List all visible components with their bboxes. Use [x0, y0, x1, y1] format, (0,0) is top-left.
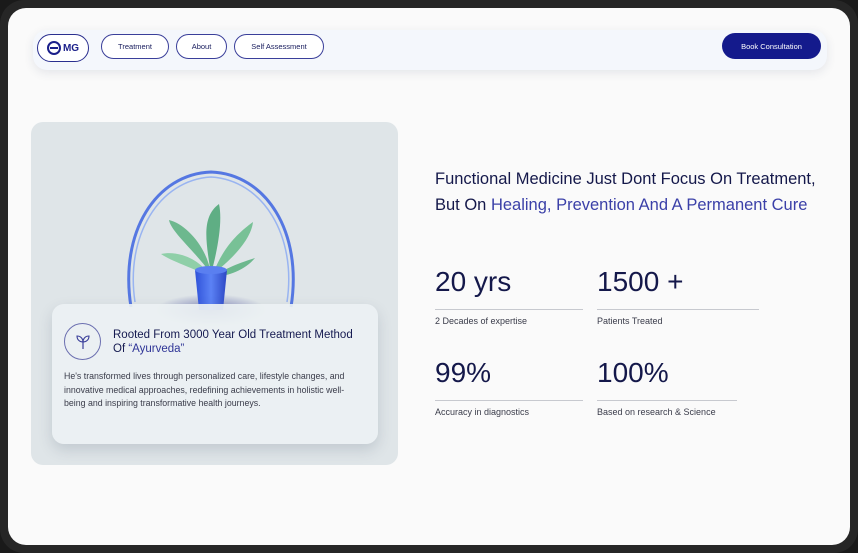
book-consultation-button[interactable]: Book Consultation: [722, 33, 821, 59]
stat-label: Patients Treated: [597, 316, 663, 326]
stat-label: Accuracy in diagnostics: [435, 407, 530, 417]
stat-value: 20 yrs: [435, 266, 512, 297]
logo-text: MG: [62, 42, 80, 54]
hero-card: Rooted From 3000 Year Old Treatment Meth…: [31, 122, 398, 465]
screen: MG Treatment About Self Assessment Book …: [8, 8, 850, 545]
nav-treatment[interactable]: Treatment: [101, 34, 169, 59]
ayurveda-info-card: Rooted From 3000 Year Old Treatment Meth…: [52, 304, 378, 444]
nav-about[interactable]: About: [176, 34, 227, 59]
stat-accuracy: 99% Accuracy in diagnostics: [435, 358, 583, 417]
divider: [435, 309, 583, 310]
mg-logo-icon: [46, 41, 61, 55]
stat-value: 1500 +: [597, 266, 684, 297]
logo[interactable]: MG: [37, 34, 89, 62]
sprout-icon: [64, 323, 101, 360]
headline-accent: Healing, Prevention And A Permanent Cure: [490, 196, 808, 214]
stat-label: Based on research & Science: [597, 407, 716, 417]
info-card-title: Rooted From 3000 Year Old Treatment Meth…: [113, 328, 363, 356]
stat-research: 100% Based on research & Science: [597, 358, 737, 417]
navbar: MG Treatment About Self Assessment Book …: [33, 30, 827, 70]
info-card-description: He's transformed lives through personali…: [64, 371, 345, 408]
info-title-accent: “Ayurveda”: [128, 343, 185, 355]
stat-value: 99%: [435, 357, 492, 388]
divider: [597, 309, 759, 310]
stat-patients: 1500 + Patients Treated: [597, 267, 759, 326]
headline: Functional Medicine Just Dont Focus On T…: [435, 166, 835, 218]
divider: [597, 400, 737, 401]
divider: [435, 400, 583, 401]
stat-value: 100%: [597, 357, 669, 388]
stat-experience: 20 yrs 2 Decades of expertise: [435, 267, 583, 326]
device-frame: MG Treatment About Self Assessment Book …: [0, 0, 858, 553]
stat-label: 2 Decades of expertise: [435, 316, 528, 326]
nav-self-assessment[interactable]: Self Assessment: [234, 34, 324, 59]
